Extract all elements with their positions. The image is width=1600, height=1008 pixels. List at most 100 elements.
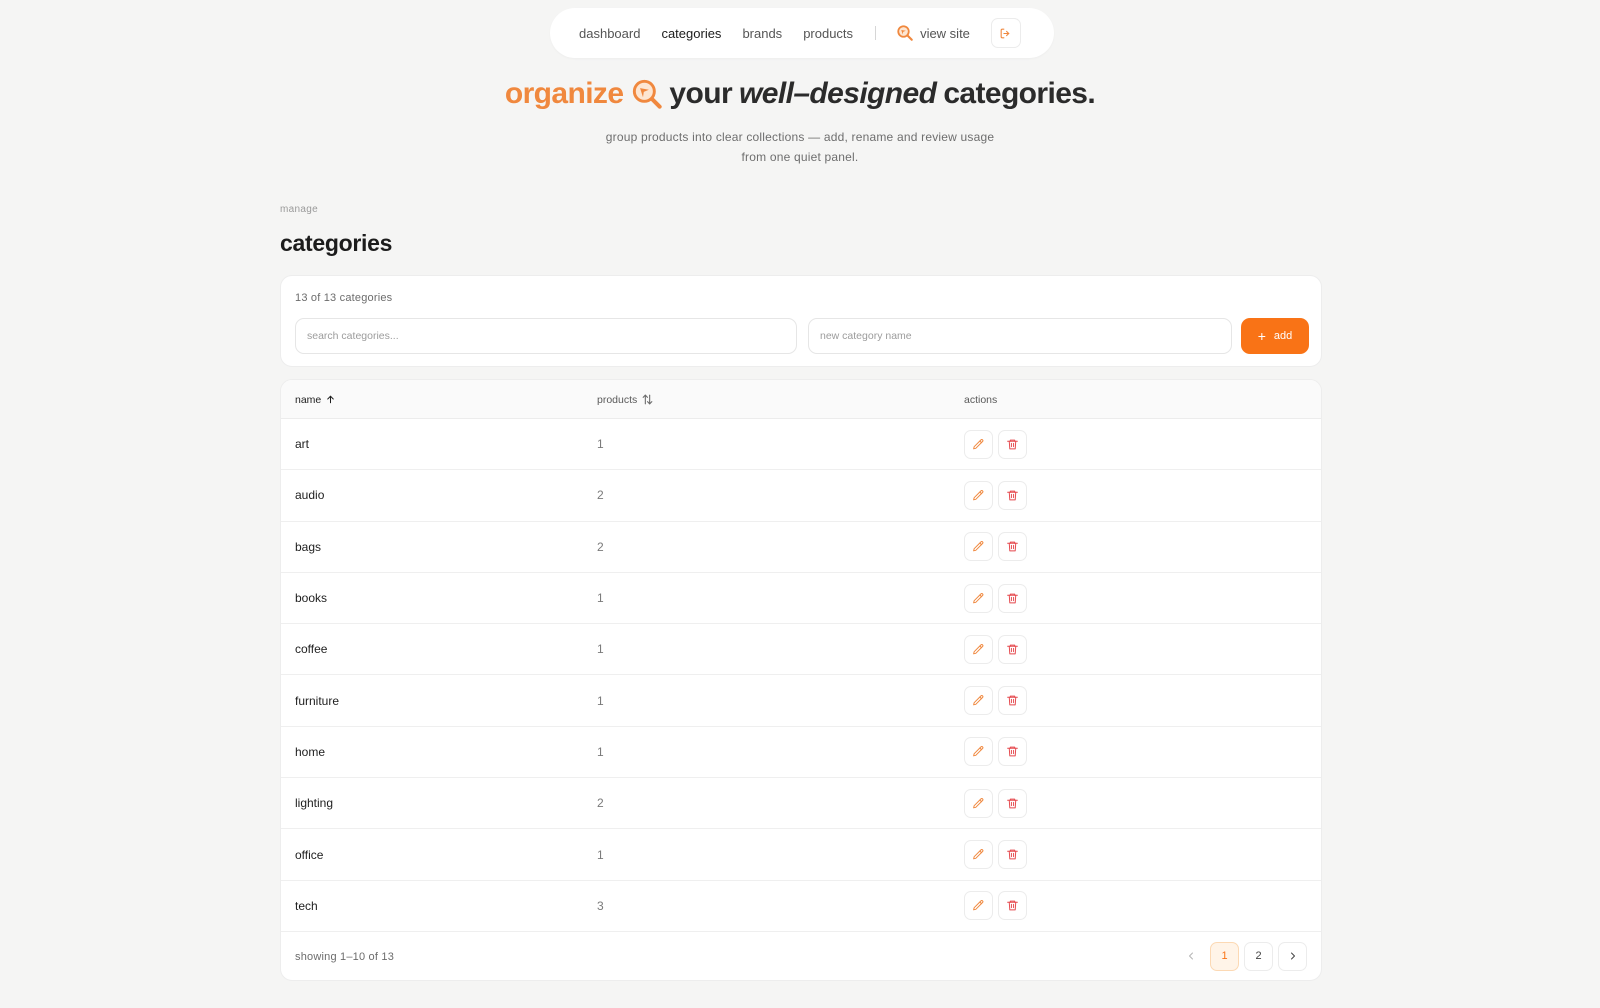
trash-icon [1007, 541, 1018, 552]
delete-button[interactable] [998, 532, 1027, 562]
row-actions [964, 624, 1032, 674]
pagination-summary: showing 1–10 of 13 [295, 950, 395, 963]
add-button-label: add [1273, 330, 1293, 342]
edit-button[interactable] [964, 737, 993, 767]
product-count: 1 [597, 591, 604, 606]
product-count: 1 [597, 693, 604, 708]
search-input[interactable] [295, 318, 797, 354]
arrows-up-down-icon [642, 394, 653, 405]
row-actions [964, 675, 1032, 725]
column-header-name-label: name [295, 393, 322, 406]
delete-button[interactable] [998, 737, 1027, 767]
trash-icon [1007, 695, 1018, 706]
edit-button[interactable] [964, 429, 993, 459]
view-site-link[interactable]: view site [896, 24, 970, 42]
delete-button[interactable] [998, 891, 1027, 921]
column-header-name[interactable]: name [295, 380, 336, 419]
new-category-input[interactable] [808, 318, 1232, 354]
hero-subtitle-line-1: group products into clear collections — … [605, 130, 995, 144]
category-name: home [295, 744, 326, 759]
nav-divider [875, 26, 877, 40]
edit-button[interactable] [964, 583, 993, 613]
pencil-icon [973, 592, 984, 603]
table-row: art 1 [281, 419, 1321, 471]
category-name: coffee [295, 642, 328, 657]
category-count-label: 13 of 13 categories [295, 292, 393, 304]
logout-button[interactable] [990, 18, 1021, 48]
next-page-button[interactable] [1278, 941, 1307, 971]
delete-button[interactable] [998, 634, 1027, 664]
trash-icon [1007, 593, 1018, 603]
product-count: 3 [597, 898, 604, 913]
delete-button[interactable] [998, 840, 1027, 870]
row-actions [964, 522, 1032, 572]
category-name: lighting [295, 796, 334, 811]
trash-icon [1007, 849, 1018, 860]
prev-page-button[interactable] [1176, 942, 1205, 971]
edit-button[interactable] [964, 532, 993, 562]
table-header: name products actions [281, 380, 1321, 419]
add-category-button[interactable]: + add [1241, 318, 1309, 354]
arrow-up-icon [327, 395, 335, 404]
trash-icon [1007, 439, 1018, 449]
category-name: tech [295, 898, 318, 913]
delete-button[interactable] [998, 788, 1027, 818]
product-count: 2 [597, 539, 604, 554]
product-count: 1 [597, 642, 604, 657]
row-actions [964, 470, 1032, 520]
category-name: books [295, 591, 328, 606]
column-header-products-label: products [597, 393, 638, 406]
table-row: tech 3 [281, 881, 1321, 932]
table-row: office 1 [281, 829, 1321, 881]
table-row: lighting 2 [281, 778, 1321, 830]
hero-title: organize your well–designed categories. [0, 74, 1600, 114]
hero-after-em: categories. [943, 77, 1096, 110]
product-count: 2 [597, 488, 604, 503]
edit-button[interactable] [964, 686, 993, 716]
page-button-1[interactable]: 1 [1210, 941, 1239, 971]
page-title: categories [280, 230, 393, 256]
pencil-icon [973, 541, 984, 552]
pencil-icon [973, 438, 984, 449]
product-count: 1 [597, 744, 604, 759]
hero-subtitle-line-2: from one quiet panel. [741, 149, 859, 164]
chevron-right-icon [1290, 952, 1295, 960]
toolbar-card: 13 of 13 categories + add [280, 275, 1322, 367]
hero-accent-word: organize [504, 77, 624, 110]
row-actions [964, 419, 1032, 469]
categories-table: name products actions art 1 audio 2 bags… [280, 379, 1322, 981]
edit-button[interactable] [964, 480, 993, 510]
product-count: 1 [597, 437, 604, 452]
section-eyebrow: manage [280, 204, 318, 215]
magnifier-arrow-icon [631, 78, 663, 110]
row-actions [964, 573, 1032, 623]
plus-icon: + [1257, 328, 1266, 344]
pagination: 1 2 [1171, 941, 1307, 971]
product-count: 1 [597, 847, 604, 862]
pencil-icon [973, 849, 984, 860]
nav-link-brands[interactable]: brands [742, 26, 782, 41]
nav-link-products[interactable]: products [803, 26, 853, 41]
pencil-icon [973, 695, 984, 706]
edit-button[interactable] [964, 891, 993, 921]
delete-button[interactable] [998, 480, 1027, 510]
chevron-left-icon [1188, 952, 1193, 960]
delete-button[interactable] [998, 583, 1027, 613]
page-button-2[interactable]: 2 [1244, 941, 1273, 971]
hero-before-em: your [669, 77, 733, 110]
edit-button[interactable] [964, 788, 993, 818]
row-actions [964, 727, 1032, 777]
column-header-products[interactable]: products [597, 380, 654, 419]
nav-link-dashboard[interactable]: dashboard [579, 26, 640, 41]
category-name: audio [295, 488, 325, 503]
delete-button[interactable] [998, 429, 1027, 459]
nav-link-categories[interactable]: categories [661, 26, 721, 41]
delete-button[interactable] [998, 686, 1027, 716]
hero-em-word: well–designed [739, 77, 937, 110]
edit-button[interactable] [964, 840, 993, 870]
pencil-icon [973, 746, 984, 757]
table-row: furniture 1 [281, 675, 1321, 727]
category-name: furniture [295, 693, 340, 708]
magnifier-arrow-icon [897, 25, 913, 41]
edit-button[interactable] [964, 634, 993, 664]
